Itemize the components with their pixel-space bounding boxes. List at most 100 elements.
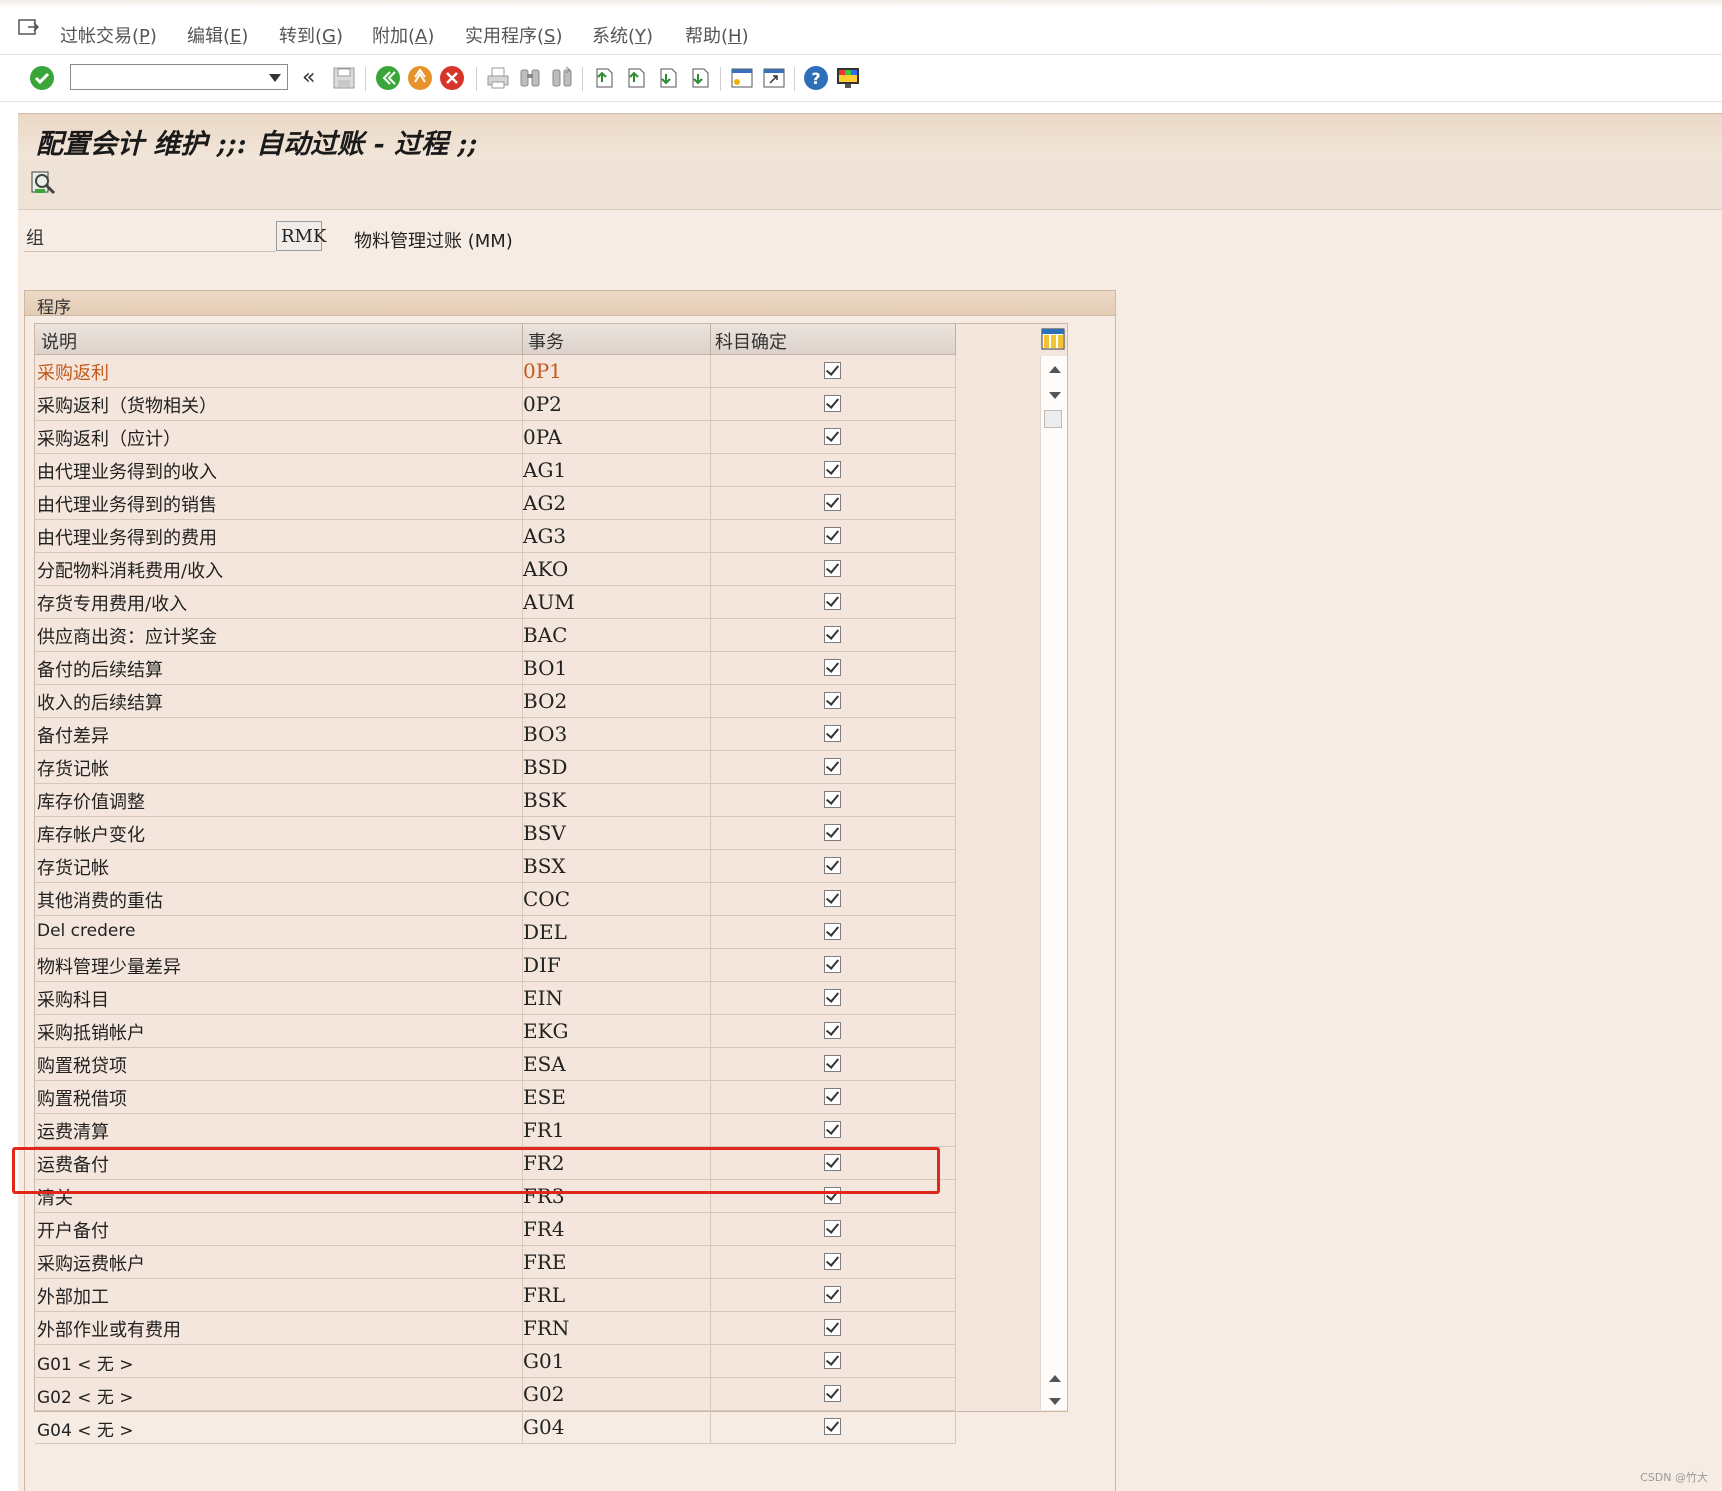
help-icon[interactable]: ? [802, 64, 830, 92]
account-determination-checkbox[interactable] [824, 560, 841, 577]
column-header-description[interactable]: 说明 [41, 328, 77, 354]
table-row[interactable]: G02 < 无 > G02 [35, 1378, 956, 1411]
table-row[interactable]: 收入的后续结算 BO2 [35, 685, 956, 718]
table-row[interactable]: 开户备付 FR4 [35, 1213, 956, 1246]
menu-item-g[interactable]: 转到(G) [279, 22, 343, 48]
table-row[interactable]: 由代理业务得到的费用 AG3 [35, 520, 956, 553]
account-determination-checkbox[interactable] [824, 527, 841, 544]
table-row[interactable]: 库存价值调整 BSK [35, 784, 956, 817]
scroll-down-icon[interactable] [1049, 392, 1061, 399]
table-row[interactable]: 由代理业务得到的销售 AG2 [35, 487, 956, 520]
account-determination-checkbox[interactable] [824, 791, 841, 808]
chevron-down-icon[interactable] [269, 74, 281, 82]
table-row[interactable]: 存货记帐 BSD [35, 751, 956, 784]
account-determination-checkbox[interactable] [824, 1253, 841, 1270]
table-row[interactable]: 购置税借项 ESE [35, 1081, 956, 1114]
find-next-icon[interactable] [548, 64, 576, 92]
scroll-thumb[interactable] [1044, 410, 1062, 428]
table-row[interactable]: 采购运费帐户 FRE [35, 1246, 956, 1279]
account-determination-checkbox[interactable] [824, 461, 841, 478]
table-row[interactable]: 其他消费的重估 COC [35, 883, 956, 916]
table-row[interactable]: 采购返利 0P1 [35, 355, 956, 388]
previous-page-icon[interactable] [622, 64, 650, 92]
table-row[interactable]: 备付的后续结算 BO1 [35, 652, 956, 685]
scroll-page-down-icon[interactable] [1049, 1398, 1061, 1405]
column-header-transaction[interactable]: 事务 [528, 328, 564, 354]
table-row[interactable]: 库存帐户变化 BSV [35, 817, 956, 850]
account-determination-checkbox[interactable] [824, 1055, 841, 1072]
account-determination-checkbox[interactable] [824, 824, 841, 841]
group-field[interactable]: RMK [276, 221, 326, 251]
table-row[interactable]: 采购返利（应计） 0PA [35, 421, 956, 454]
account-determination-checkbox[interactable] [824, 1418, 841, 1435]
back-icon[interactable] [374, 64, 402, 92]
account-determination-checkbox[interactable] [824, 1088, 841, 1105]
account-determination-checkbox[interactable] [824, 395, 841, 412]
first-page-icon[interactable] [590, 64, 618, 92]
exit-icon[interactable] [406, 64, 434, 92]
layout-settings-icon[interactable] [834, 64, 862, 92]
account-determination-checkbox[interactable] [824, 428, 841, 445]
account-determination-checkbox[interactable] [824, 1220, 841, 1237]
table-row[interactable]: 备付差异 BO3 [35, 718, 956, 751]
table-row[interactable]: 外部作业或有费用 FRN [35, 1312, 956, 1345]
account-determination-checkbox[interactable] [824, 1286, 841, 1303]
menu-item-y[interactable]: 系统(Y) [592, 22, 653, 48]
table-row[interactable]: Del credere DEL [35, 916, 956, 949]
generate-shortcut-icon[interactable] [760, 64, 788, 92]
save-icon[interactable] [330, 64, 358, 92]
table-row[interactable]: G04 < 无 > G04 [35, 1411, 956, 1444]
next-page-icon[interactable] [654, 64, 682, 92]
account-determination-checkbox[interactable] [824, 593, 841, 610]
account-determination-checkbox[interactable] [824, 626, 841, 643]
table-row[interactable]: G01 < 无 > G01 [35, 1345, 956, 1378]
print-icon[interactable] [484, 64, 512, 92]
account-determination-checkbox[interactable] [824, 890, 841, 907]
account-determination-checkbox[interactable] [824, 956, 841, 973]
last-page-icon[interactable] [686, 64, 714, 92]
vertical-scrollbar[interactable] [1040, 356, 1067, 1410]
account-determination-checkbox[interactable] [824, 692, 841, 709]
table-row[interactable]: 物料管理少量差异 DIF [35, 949, 956, 982]
menu-item-h[interactable]: 帮助(H) [685, 22, 749, 48]
collapse-toolbar-button[interactable]: « [302, 65, 315, 90]
account-determination-checkbox[interactable] [824, 362, 841, 379]
account-determination-checkbox[interactable] [824, 725, 841, 742]
table-row[interactable]: 外部加工 FRL [35, 1279, 956, 1312]
command-input[interactable] [74, 66, 263, 90]
create-session-icon[interactable] [728, 64, 756, 92]
scroll-page-up-icon[interactable] [1049, 1375, 1061, 1382]
table-row[interactable]: 存货记帐 BSX [35, 850, 956, 883]
table-row[interactable]: 采购抵销帐户 EKG [35, 1015, 956, 1048]
command-field[interactable] [70, 64, 288, 90]
scroll-up-icon[interactable] [1049, 366, 1061, 373]
menu-item-s[interactable]: 实用程序(S) [465, 22, 563, 48]
menu-item-e[interactable]: 编辑(E) [187, 22, 248, 48]
table-row[interactable]: 购置税贷项 ESA [35, 1048, 956, 1081]
table-row[interactable]: 采购科目 EIN [35, 982, 956, 1015]
account-determination-checkbox[interactable] [824, 1319, 841, 1336]
account-determination-checkbox[interactable] [824, 923, 841, 940]
account-determination-checkbox[interactable] [824, 857, 841, 874]
table-row[interactable]: 分配物料消耗费用/收入 AKO [35, 553, 956, 586]
find-icon[interactable] [516, 64, 544, 92]
table-row[interactable]: 供应商出资：应计奖金 BAC [35, 619, 956, 652]
account-determination-checkbox[interactable] [824, 659, 841, 676]
table-settings-icon[interactable] [1041, 328, 1065, 350]
display-change-icon[interactable] [30, 169, 58, 201]
account-determination-checkbox[interactable] [824, 1352, 841, 1369]
table-row[interactable]: 采购返利（货物相关） 0P2 [35, 388, 956, 421]
table-row[interactable]: 存货专用费用/收入 AUM [35, 586, 956, 619]
account-determination-checkbox[interactable] [824, 494, 841, 511]
account-determination-checkbox[interactable] [824, 758, 841, 775]
table-row[interactable]: 运费清算 FR1 [35, 1114, 956, 1147]
account-determination-checkbox[interactable] [824, 1385, 841, 1402]
table-row[interactable]: 由代理业务得到的收入 AG1 [35, 454, 956, 487]
cancel-icon[interactable] [438, 64, 466, 92]
account-determination-checkbox[interactable] [824, 989, 841, 1006]
account-determination-checkbox[interactable] [824, 1121, 841, 1138]
enter-check-icon[interactable] [28, 64, 56, 92]
account-determination-checkbox[interactable] [824, 1022, 841, 1039]
menu-screen-icon[interactable] [18, 18, 40, 38]
column-header-account-determination[interactable]: 科目确定 [715, 328, 787, 354]
